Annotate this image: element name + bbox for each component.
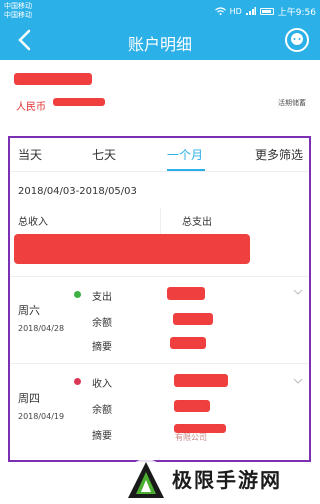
divider — [10, 276, 309, 277]
page-title: 账户明细 — [127, 35, 192, 54]
tab-more-filters[interactable]: 更多筛选 — [255, 146, 303, 163]
transaction-type: 支出 — [92, 292, 112, 303]
tab-today[interactable]: 当天 — [18, 146, 42, 163]
total-expense-label: 总支出 — [182, 217, 212, 228]
balance-label: 余额 — [92, 318, 112, 329]
customer-service-button[interactable] — [284, 27, 310, 53]
site-watermark: 极限手游网 — [120, 454, 320, 504]
carrier-label: 中国移动 — [4, 2, 32, 10]
memo-label: 摘要 — [92, 342, 112, 353]
network-label: HD — [229, 7, 242, 16]
redacted-amount — [167, 287, 205, 300]
redacted-memo — [174, 424, 226, 433]
transaction-type: 收入 — [92, 379, 112, 390]
transaction-panel: 当天 七天 一个月 更多筛选 2018/04/03-2018/05/03 总收入… — [8, 136, 311, 462]
signal-icon — [245, 6, 256, 17]
nav-bar: 账户明细 — [0, 22, 320, 60]
status-time: 上午9:56 — [277, 8, 316, 18]
transaction-weekday: 周六 — [18, 304, 40, 317]
divider — [10, 363, 309, 364]
wifi-icon — [214, 6, 226, 17]
account-type-label: 活期储蓄 — [278, 99, 306, 107]
total-income-label: 总收入 — [18, 217, 48, 228]
redacted-balance — [173, 313, 213, 325]
status-indicators: HD 上午9:56 — [214, 5, 316, 18]
watermark-text: 极限手游网 — [172, 468, 282, 492]
transaction-date: 2018/04/19 — [18, 412, 65, 421]
redacted-balance — [53, 98, 105, 106]
memo-label: 摘要 — [92, 431, 112, 442]
account-summary: 人民币 活期储蓄 — [0, 60, 320, 132]
carrier-label: 中国移动 — [4, 11, 32, 19]
tab-one-month[interactable]: 一个月 — [167, 146, 203, 163]
tab-seven-days[interactable]: 七天 — [92, 146, 116, 163]
redacted-amount — [174, 374, 228, 387]
status-bar: 中国移动 中国移动 HD 上午9:56 — [0, 0, 320, 22]
expand-chevron-icon[interactable] — [293, 377, 303, 387]
watermark-logo-icon — [125, 459, 167, 501]
transaction-date: 2018/04/28 — [18, 324, 65, 333]
redacted-balance — [174, 400, 210, 412]
transaction-weekday: 周四 — [18, 392, 40, 405]
income-dot-icon — [74, 378, 81, 385]
period-tabs: 当天 七天 一个月 更多筛选 — [10, 138, 309, 172]
active-tab-indicator — [167, 169, 205, 171]
balance-label: 余额 — [92, 405, 112, 416]
redacted-memo — [170, 337, 206, 349]
expand-chevron-icon[interactable] — [293, 288, 303, 298]
currency-label: 人民币 — [16, 102, 46, 113]
battery-icon — [259, 8, 274, 15]
expense-dot-icon — [74, 291, 81, 298]
redacted-totals — [14, 234, 250, 264]
customer-service-icon — [285, 28, 309, 52]
memo-partial-text: 有限公司 — [175, 433, 207, 442]
redacted-account-number — [14, 73, 92, 85]
date-range: 2018/04/03-2018/05/03 — [18, 186, 137, 197]
